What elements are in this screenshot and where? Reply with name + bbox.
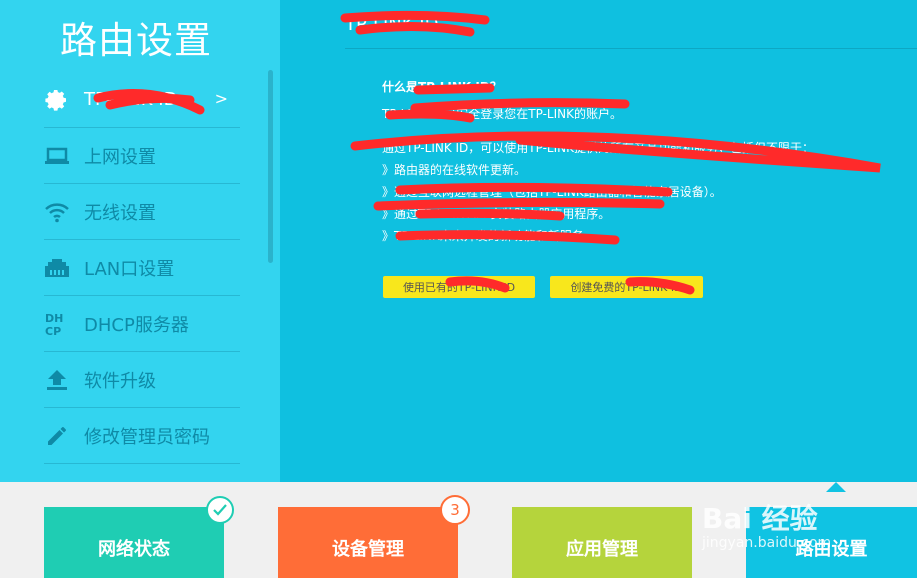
sidebar-item-upgrade[interactable]: 软件升级 — [44, 352, 240, 408]
watermark: Bai 经验 jingyan.baidu.com — [702, 497, 831, 551]
tile-network-status[interactable]: 网络状态 — [44, 507, 224, 578]
upload-icon — [44, 367, 70, 393]
chevron-right-icon: > — [214, 89, 228, 108]
sidebar-item-label: DHCP服务器 — [84, 314, 189, 336]
use-existing-id-button[interactable]: 使用已有的TP-LINK ID — [383, 276, 535, 298]
sidebar-item-label: 上网设置 — [84, 146, 156, 168]
dhcp-icon: DH CP — [44, 311, 70, 337]
create-free-id-button[interactable]: 创建免费的TP-LINK ID — [550, 276, 703, 298]
description-line: TP-LINK ID可安全登录您在TP-LINK的账户。 — [382, 107, 623, 121]
sidebar-item-tplink-id[interactable]: TP-LINK ID > — [44, 72, 240, 128]
page-title: TP-LINK ID — [345, 14, 439, 35]
sidebar-item-label: 无线设置 — [84, 202, 156, 224]
question-heading: 什么是TP-LINK ID？ — [382, 80, 502, 94]
sidebar-item-label: 软件升级 — [84, 370, 156, 392]
watermark-logo: Bai 经验 — [702, 502, 818, 535]
sidebar-item-label: 修改管理员密码 — [84, 426, 210, 448]
divider — [345, 48, 917, 49]
wifi-icon — [44, 199, 70, 225]
tile-device-management[interactable]: 设备管理 — [278, 507, 458, 578]
svg-text:CP: CP — [45, 325, 61, 337]
active-tile-pointer — [826, 482, 846, 492]
watermark-url: jingyan.baidu.com — [702, 535, 832, 551]
sidebar-scrollbar[interactable] — [268, 70, 273, 263]
sidebar-item-label: LAN口设置 — [84, 258, 175, 280]
tile-label: 网络状态 — [98, 539, 170, 560]
gear-icon — [44, 87, 70, 113]
sidebar-item-password[interactable]: 修改管理员密码 — [44, 408, 240, 464]
feature-line: 》TP-LINK未来开发的新功能和新服务。 — [382, 229, 596, 243]
tplink-id-description: 什么是TP-LINK ID？ TP-LINK ID可安全登录您在TP-LINK的… — [382, 78, 862, 247]
feature-line: 》通过TP-LINK APP安装路由器应用程序。 — [382, 207, 611, 221]
pencil-icon — [44, 423, 70, 449]
check-icon — [206, 496, 234, 524]
feature-line: 》路由器的在线软件更新。 — [382, 163, 527, 177]
sidebar-title: 路由设置 — [60, 19, 212, 62]
tile-label: 应用管理 — [566, 539, 638, 560]
main-panel: TP-LINK ID 什么是TP-LINK ID？ TP-LINK ID可安全登… — [280, 0, 917, 482]
sidebar-item-label: TP-LINK ID — [84, 89, 178, 110]
sidebar-item-dhcp[interactable]: DH CP DHCP服务器 — [44, 296, 240, 352]
sidebar-item-wireless[interactable]: 无线设置 — [44, 184, 240, 240]
feature-line: 》通过互联网远程管理（包括TP-LINK路由器和智能家居设备）。 — [382, 185, 722, 199]
lan-port-icon — [44, 255, 70, 281]
device-count-badge: 3 — [440, 495, 470, 525]
svg-text:DH: DH — [45, 312, 63, 325]
sidebar: 路由设置 TP-LINK ID > 上网设置 无线设置 LAN口设置 DH CP … — [0, 0, 280, 482]
laptop-icon — [44, 143, 70, 169]
tile-app-management[interactable]: 应用管理 — [512, 507, 692, 578]
sidebar-item-lan[interactable]: LAN口设置 — [44, 240, 240, 296]
description-line: 通过TP-LINK ID，可以使用TP-LINK提供的所有产品功能和服务，包括但… — [382, 141, 815, 155]
sidebar-item-internet[interactable]: 上网设置 — [44, 128, 240, 184]
tile-label: 设备管理 — [332, 539, 404, 560]
